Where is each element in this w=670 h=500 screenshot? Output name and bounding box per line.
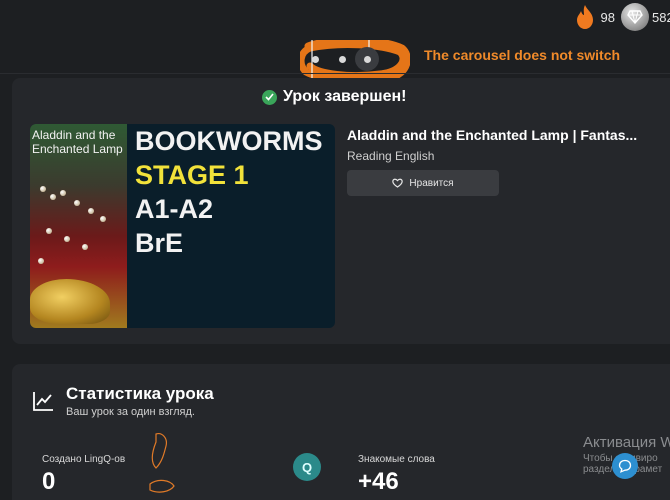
chart-line-icon [33,392,53,411]
pearl-decoration [82,244,88,250]
stats-title: Статистика урока [66,384,214,403]
lesson-title[interactable]: Aladdin and the Enchanted Lamp | Fantas.… [347,127,670,143]
pearl-decoration [100,216,106,222]
cover-text-block: BOOKWORMS STAGE 1 A1-A2 BrE [127,124,335,328]
pearl-decoration [64,236,70,242]
carousel-indicator[interactable] [300,40,410,80]
check-circle-icon [262,89,277,105]
carousel-dot-1[interactable] [312,56,319,63]
pearl-decoration [38,258,44,264]
pearl-decoration [88,208,94,214]
chat-bubble-icon [618,459,632,473]
carousel-dot-3[interactable] [364,56,371,63]
cover-line-stage: STAGE 1 [135,160,249,190]
lamp-illustration [30,279,110,324]
metric-value-lingqs: 0 [42,468,56,495]
metric-label-known-words: Знакомые слова [358,454,435,465]
divider [0,73,670,74]
heart-icon [392,178,404,188]
lesson-cover-image[interactable]: Aladdin and the Enchanted Lamp BOOKWORMS… [30,124,335,328]
like-button-label: Нравится [409,177,454,189]
pearl-decoration [46,228,52,234]
carousel-dot-2[interactable] [339,56,346,63]
pearl-decoration [60,190,66,196]
pearl-decoration [40,186,46,192]
stats-subtitle: Ваш урок за один взгляд. [66,406,195,418]
cover-line-variant: BrE [135,228,184,258]
q-avatar-badge[interactable]: Q [293,453,321,481]
lesson-stats-card: Статистика урока Ваш урок за один взгляд… [12,364,670,500]
cover-line-series: BOOKWORMS [135,126,323,156]
flame-icon[interactable] [573,4,597,30]
gem-icon[interactable] [621,3,649,31]
pearl-decoration [50,194,56,200]
lesson-course[interactable]: Reading English [347,149,434,163]
cover-side-title: Aladdin and the Enchanted Lamp [32,128,123,156]
chat-support-button[interactable] [612,453,638,479]
metric-value-known-words: +46 [358,468,399,495]
top-stats-bar: 98 582 [573,2,670,32]
lesson-complete-card: Урок завершен! Aladdin and the Enchanted… [12,78,670,344]
pearl-decoration [74,200,80,206]
annotation-note: The carousel does not switch [424,47,621,63]
gem-count: 582 [652,9,670,25]
metric-label-lingqs: Создано LingQ-ов [42,454,126,465]
lesson-status: Урок завершен! [262,88,407,106]
cover-line-level: A1-A2 [135,194,214,224]
lesson-status-text: Урок завершен! [283,88,407,105]
like-button[interactable]: Нравится [347,170,499,196]
cover-illustration: Aladdin and the Enchanted Lamp [30,124,127,328]
watermark-line-1: Активация W [583,434,670,451]
streak-count: 98 [600,9,615,25]
annotation-scribble [149,433,175,493]
